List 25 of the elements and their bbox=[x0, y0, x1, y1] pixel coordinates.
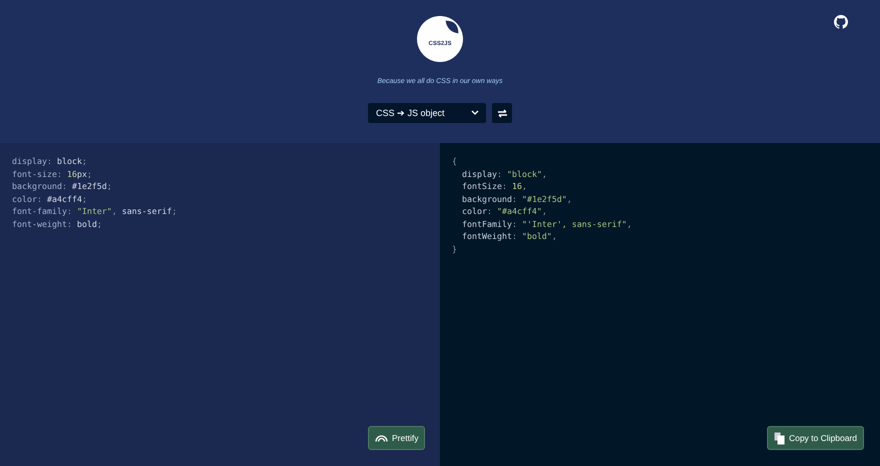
code-line: } bbox=[452, 242, 457, 255]
leaf-icon bbox=[444, 19, 460, 35]
code-line: background: #1e2f5d; bbox=[12, 180, 112, 192]
code-line: font-weight: bold; bbox=[12, 218, 102, 230]
mode-select[interactable]: CSS ➔ JS object bbox=[368, 103, 486, 123]
code-line: display: block; bbox=[12, 155, 87, 168]
code-line: color: #a4cff4; bbox=[12, 192, 87, 205]
rainbow-icon bbox=[375, 434, 388, 442]
code-line: fontFamily: "'Inter', sans-serif", bbox=[460, 218, 632, 230]
chevron-down-icon bbox=[471, 110, 479, 116]
copy-button[interactable]: Copy to Clipboard bbox=[766, 426, 864, 450]
code-line: color: "#a4cff4", bbox=[460, 205, 547, 218]
clipboard-icon bbox=[774, 432, 785, 444]
code-line: display: "block", bbox=[460, 168, 547, 180]
css-editor[interactable]: display: block; font-size: 16px; background: #1e2f5d; color: #a4cff4; font-family: "Inter", sans-serif; font-weight: bold; Prettify bbox=[0, 143, 440, 466]
swap-button[interactable] bbox=[492, 103, 512, 123]
code-line: background: "#1e2f5d", bbox=[460, 192, 572, 205]
code-line: font-family: "Inter", sans-serif; bbox=[12, 205, 177, 218]
code-line: { bbox=[452, 155, 457, 168]
swap-icon bbox=[496, 108, 508, 118]
code-line: fontSize: 16, bbox=[460, 180, 527, 192]
code-line: fontWeight: "bold", bbox=[460, 230, 557, 242]
github-icon[interactable] bbox=[834, 15, 848, 29]
prettify-button[interactable]: Prettify bbox=[368, 426, 426, 450]
code-line: font-size: 16px; bbox=[12, 168, 92, 180]
